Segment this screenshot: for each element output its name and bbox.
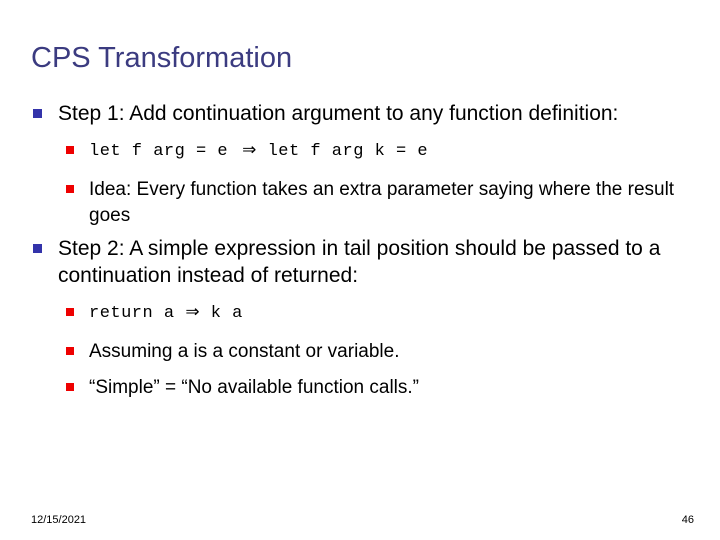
double-arrow-icon: ⇒ bbox=[242, 140, 257, 160]
footer-page-number: 46 bbox=[681, 514, 694, 526]
footer-date: 12/15/2021 bbox=[31, 514, 87, 526]
bullet-text: “Simple” = “No available function calls.… bbox=[89, 377, 419, 398]
bullet-item-return-transform: return a ⇒ k a bbox=[0, 301, 720, 325]
square-bullet-icon bbox=[66, 146, 74, 154]
bullet-item-let-transform: let f arg = e ⇒ let f arg k = e bbox=[0, 139, 720, 163]
square-bullet-icon bbox=[66, 383, 74, 391]
bullet-item-idea: Idea: Every function takes an extra para… bbox=[0, 177, 720, 229]
code-source: let f arg = e bbox=[89, 142, 229, 161]
bullet-text: Idea: Every function takes an extra para… bbox=[89, 179, 675, 226]
square-bullet-icon bbox=[66, 308, 74, 316]
bullet-item-step1: Step 1: Add continuation argument to any… bbox=[0, 100, 720, 127]
bullet-item-step2: Step 2: A simple expression in tail posi… bbox=[0, 235, 720, 289]
square-bullet-icon bbox=[66, 347, 74, 355]
double-arrow-icon: ⇒ bbox=[185, 302, 201, 322]
bullet-item-simple-definition: “Simple” = “No available function calls.… bbox=[0, 375, 720, 401]
bullet-text: Assuming a is a constant or variable. bbox=[89, 341, 400, 362]
square-bullet-icon bbox=[33, 244, 42, 253]
slide-body: Step 1: Add continuation argument to any… bbox=[0, 100, 720, 401]
bullet-item-assuming: Assuming a is a constant or variable. bbox=[0, 339, 720, 365]
code-source: return a bbox=[89, 304, 175, 323]
square-bullet-icon bbox=[33, 109, 42, 118]
square-bullet-icon bbox=[66, 185, 74, 193]
code-line: let f arg = e ⇒ let f arg k = e bbox=[89, 139, 690, 163]
code-line: return a ⇒ k a bbox=[89, 301, 690, 325]
page-title: CPS Transformation bbox=[31, 42, 293, 75]
code-target: let f arg k = e bbox=[267, 142, 429, 161]
slide: CPS Transformation Step 1: Add continuat… bbox=[0, 0, 720, 540]
bullet-text: Step 1: Add continuation argument to any… bbox=[58, 102, 619, 125]
code-target: k a bbox=[210, 304, 243, 323]
bullet-text: Step 2: A simple expression in tail posi… bbox=[58, 237, 661, 287]
